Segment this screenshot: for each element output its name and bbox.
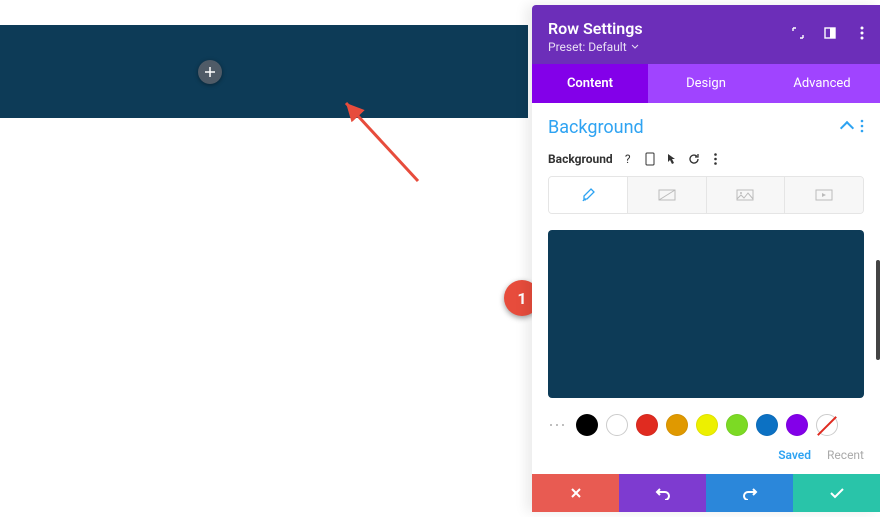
help-icon[interactable]: ?	[621, 152, 635, 166]
tab-advanced[interactable]: Advanced	[764, 64, 880, 103]
preset-selector[interactable]: Preset: Default	[548, 40, 864, 54]
bg-type-gradient[interactable]	[628, 177, 707, 213]
swatch-orange[interactable]	[666, 414, 688, 436]
swatch-row: ⋯	[532, 414, 880, 444]
palette-recent-tab[interactable]: Recent	[827, 448, 864, 462]
swatch-black[interactable]	[576, 414, 598, 436]
bg-type-tabs	[548, 176, 864, 214]
builder-canvas	[0, 0, 528, 517]
cancel-button[interactable]	[532, 474, 619, 512]
bg-type-image[interactable]	[707, 177, 786, 213]
add-module-button[interactable]	[198, 60, 222, 84]
swatch-none[interactable]	[816, 414, 838, 436]
bg-type-color[interactable]	[549, 177, 628, 213]
collapse-icon[interactable]	[840, 120, 854, 134]
settings-panel: Row Settings Preset: Default Content Des…	[532, 5, 880, 512]
bg-field-label: Background	[548, 152, 613, 166]
expand-icon[interactable]	[790, 25, 806, 41]
reset-icon[interactable]	[687, 152, 701, 166]
tab-content[interactable]: Content	[532, 64, 648, 103]
settings-tabs: Content Design Advanced	[532, 64, 880, 103]
palette-saved-tab[interactable]: Saved	[778, 448, 811, 462]
undo-button[interactable]	[619, 474, 706, 512]
panel-footer	[532, 474, 880, 512]
swatch-blue[interactable]	[756, 414, 778, 436]
swatch-more-icon[interactable]: ⋯	[548, 415, 568, 436]
section-more-icon[interactable]	[860, 118, 864, 137]
snap-icon[interactable]	[822, 25, 838, 41]
swatch-green[interactable]	[726, 414, 748, 436]
canvas-row[interactable]	[0, 25, 528, 118]
swatch-red[interactable]	[636, 414, 658, 436]
swatch-yellow[interactable]	[696, 414, 718, 436]
swatch-purple[interactable]	[786, 414, 808, 436]
phone-icon[interactable]	[643, 152, 657, 166]
bg-type-video[interactable]	[785, 177, 863, 213]
section-title: Background	[548, 117, 644, 138]
hover-icon[interactable]	[665, 152, 679, 166]
field-more-icon[interactable]	[709, 152, 723, 166]
save-button[interactable]	[793, 474, 880, 512]
more-icon[interactable]	[854, 25, 870, 41]
tab-design[interactable]: Design	[648, 64, 764, 103]
swatch-white[interactable]	[606, 414, 628, 436]
bg-color-preview[interactable]	[548, 230, 864, 398]
scrollbar[interactable]	[876, 260, 880, 360]
panel-header: Row Settings Preset: Default	[532, 5, 880, 64]
section-header: Background	[532, 103, 880, 138]
redo-button[interactable]	[706, 474, 793, 512]
